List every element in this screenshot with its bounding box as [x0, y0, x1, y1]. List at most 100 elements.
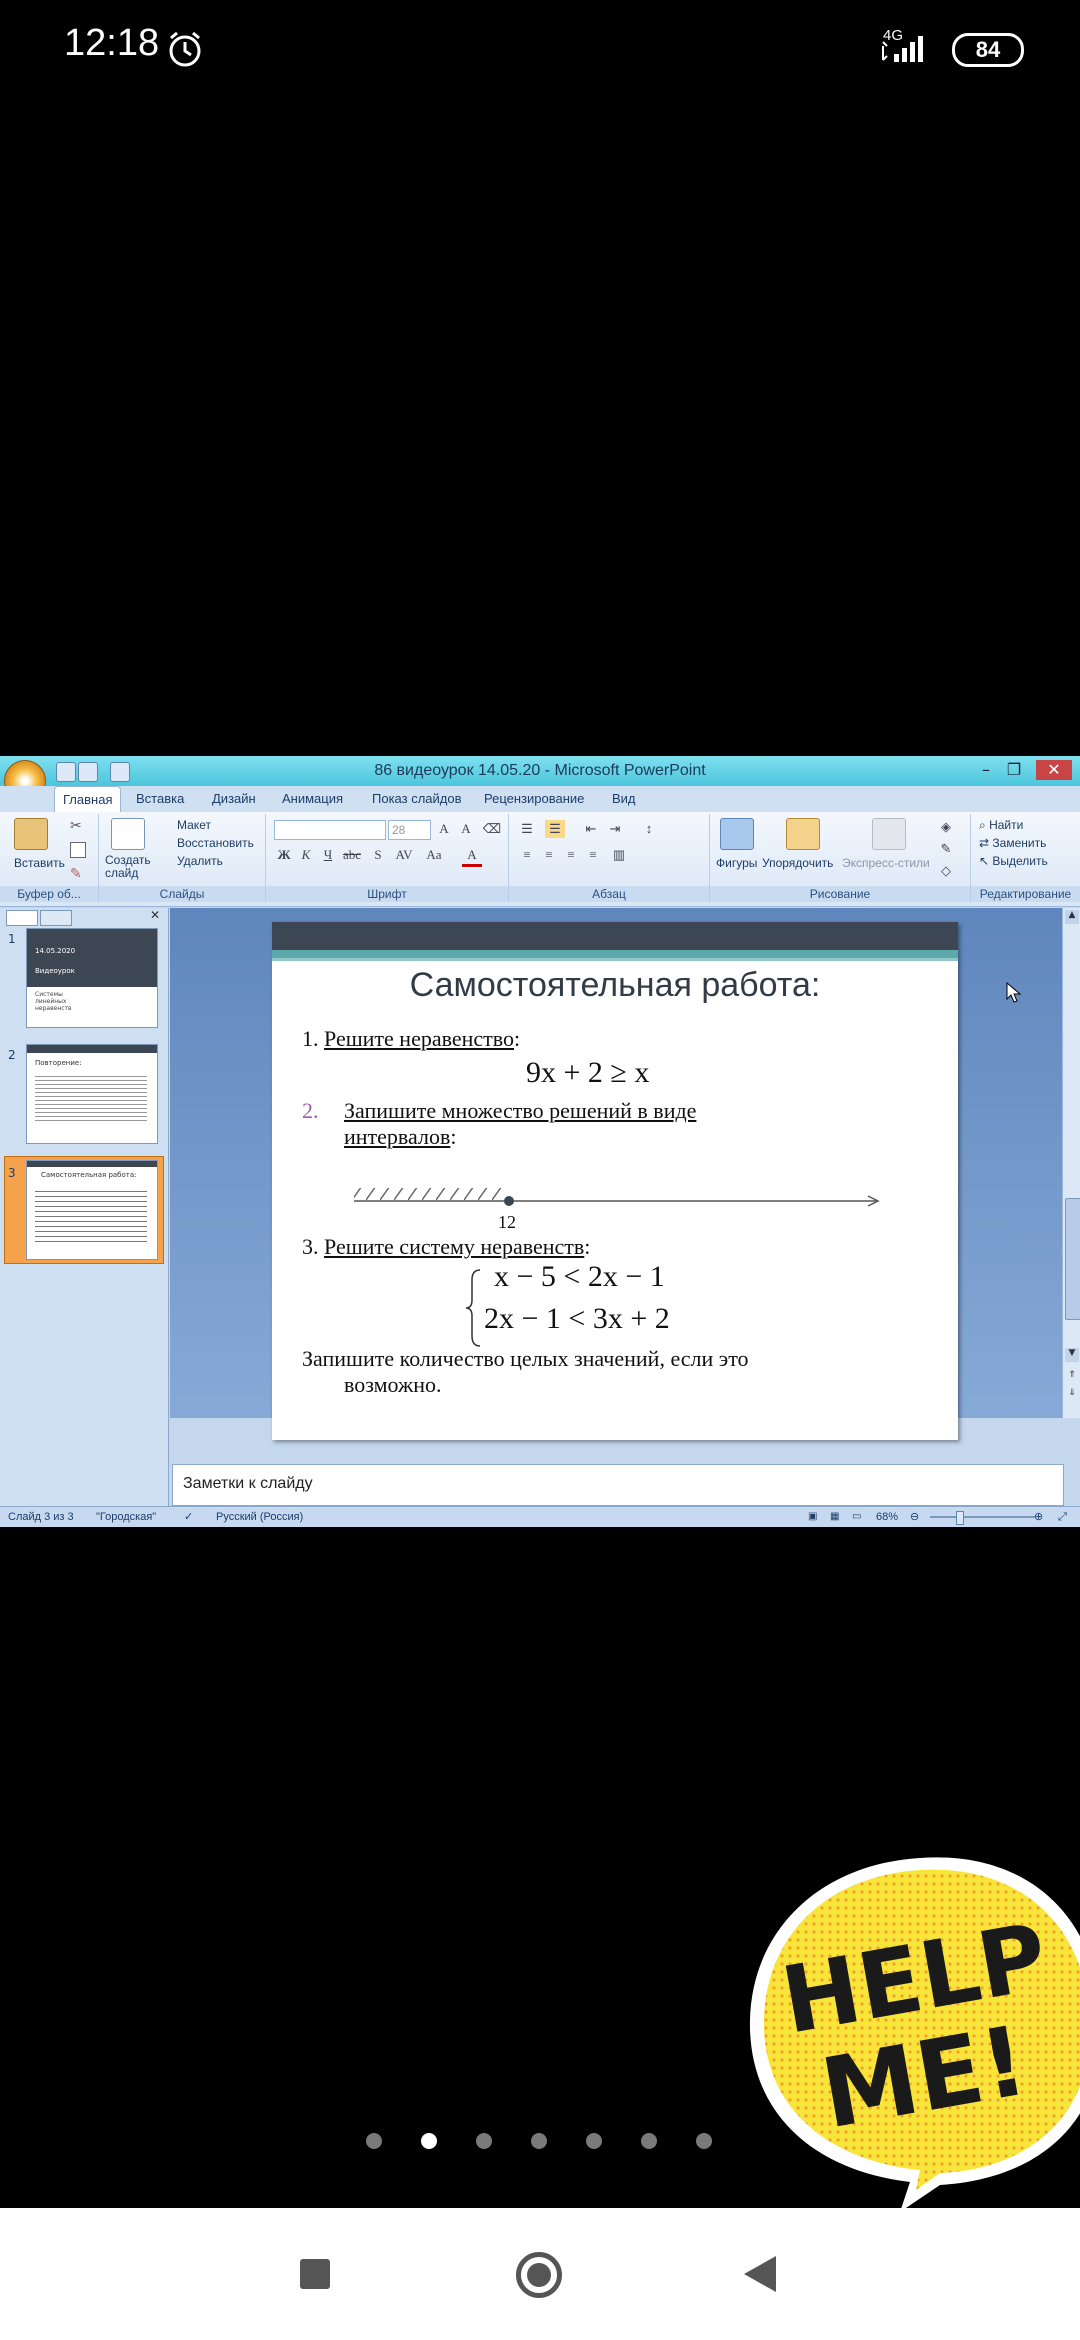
tab-home[interactable]: Главная: [54, 786, 122, 813]
italic-icon[interactable]: К: [296, 846, 316, 864]
case-icon[interactable]: Aa: [424, 846, 444, 864]
outline-icon[interactable]: ✎: [936, 840, 956, 858]
close-button[interactable]: ✕: [1036, 760, 1072, 780]
format-painter-icon[interactable]: ✎: [70, 866, 82, 882]
task2-colon: :: [450, 1124, 457, 1149]
zoom-in-icon[interactable]: ⊕: [1034, 1507, 1043, 1527]
arrange-button[interactable]: Упорядочить: [762, 856, 833, 870]
save-icon[interactable]: [56, 762, 76, 782]
pagination-dot[interactable]: [531, 2133, 547, 2149]
vertical-scrollbar[interactable]: ▲ ▼ ⇑ ⇓: [1062, 908, 1080, 1418]
font-size-input[interactable]: 28: [388, 820, 431, 840]
back-button[interactable]: [742, 2254, 778, 2294]
task1-colon: :: [514, 1026, 521, 1051]
fill-icon[interactable]: ◈: [936, 818, 956, 836]
strikethrough-icon[interactable]: аbc: [342, 846, 362, 864]
spacing-icon[interactable]: AV: [394, 846, 414, 864]
slideshow-view-icon[interactable]: ▭: [852, 1507, 861, 1527]
group-slides: Создать слайд Макет Восстановить Удалить…: [99, 814, 266, 902]
minimize-button[interactable]: –: [972, 760, 1000, 780]
spellcheck-icon[interactable]: ✓: [184, 1507, 193, 1527]
shapes-button[interactable]: Фигуры: [716, 856, 757, 870]
font-name-input[interactable]: [274, 820, 386, 840]
align-center-icon[interactable]: ≡: [539, 846, 559, 864]
cut-icon[interactable]: ✂: [70, 818, 82, 834]
pagination-dot[interactable]: [476, 2133, 492, 2149]
zoom-out-icon[interactable]: ⊖: [910, 1507, 919, 1527]
increase-indent-icon[interactable]: ⇥: [605, 820, 625, 838]
delete-button[interactable]: Удалить: [177, 854, 223, 868]
underline-icon[interactable]: Ч: [318, 846, 338, 864]
justify-icon[interactable]: ≡: [583, 846, 603, 864]
align-left-icon[interactable]: ≡: [517, 846, 537, 864]
tab-insert[interactable]: Вставка: [128, 786, 192, 812]
grow-font-icon[interactable]: A: [434, 820, 454, 838]
columns-icon[interactable]: ▥: [609, 846, 629, 864]
thumb-text: 14.05.2020: [35, 947, 76, 955]
find-button[interactable]: ⌕ Найти: [979, 818, 1023, 833]
shadow-icon[interactable]: S: [368, 846, 388, 864]
tab-design[interactable]: Дизайн: [204, 786, 264, 812]
tab-review[interactable]: Рецензирование: [476, 786, 592, 812]
slide-thumb-3[interactable]: Самостоятельная работа:: [26, 1160, 158, 1260]
undo-icon[interactable]: [78, 762, 98, 782]
tab-slides[interactable]: [6, 910, 38, 926]
copy-icon[interactable]: [70, 842, 86, 858]
zoom-slider-thumb[interactable]: [956, 1511, 964, 1525]
create-slide-button[interactable]: Создать слайд: [105, 854, 151, 880]
thumb-header: [27, 1045, 157, 1053]
select-button[interactable]: ↖ Выделить: [979, 854, 1048, 868]
font-color-icon[interactable]: A: [462, 846, 482, 867]
scroll-up-icon[interactable]: ▲: [1065, 910, 1079, 924]
slides-pane: ✕ 1 14.05.2020 Видеоурок Системы линейны…: [0, 908, 169, 1506]
slide-thumb-1[interactable]: 14.05.2020 Видеоурок Системы линейных не…: [26, 928, 158, 1028]
tab-slideshow[interactable]: Показ слайдов: [364, 786, 470, 812]
pagination-dot[interactable]: [641, 2133, 657, 2149]
quick-styles-button[interactable]: Экспресс-стили: [842, 856, 930, 870]
fit-window-icon[interactable]: ⤢: [1058, 1507, 1067, 1527]
tab-animation[interactable]: Анимация: [274, 786, 351, 812]
scroll-down-icon[interactable]: ▼: [1065, 1348, 1079, 1362]
bullets-icon[interactable]: ☰: [517, 820, 537, 838]
pagination-dot[interactable]: [421, 2133, 437, 2149]
align-right-icon[interactable]: ≡: [561, 846, 581, 864]
shrink-font-icon[interactable]: A: [456, 820, 476, 838]
home-button[interactable]: [516, 2252, 562, 2298]
restore-button[interactable]: ❐: [1000, 760, 1028, 780]
zoom-slider[interactable]: [930, 1516, 1036, 1518]
sorter-view-icon[interactable]: ▦: [830, 1507, 839, 1527]
reset-button[interactable]: Восстановить: [177, 836, 254, 850]
close-pane-icon[interactable]: ✕: [150, 908, 160, 922]
scroll-thumb[interactable]: [1065, 1198, 1080, 1320]
normal-view-icon[interactable]: ▣: [808, 1507, 817, 1527]
line-spacing-icon[interactable]: ↕: [639, 820, 659, 838]
clear-format-icon[interactable]: ⌫: [482, 820, 502, 838]
layout-button[interactable]: Макет: [177, 818, 211, 832]
bold-icon[interactable]: Ж: [274, 846, 294, 864]
tab-view[interactable]: Вид: [604, 786, 644, 812]
thumb-header: [27, 1161, 157, 1167]
group-label-paragraph: Абзац: [509, 886, 709, 902]
next-slide-icon[interactable]: ⇓: [1065, 1388, 1079, 1402]
redo-icon[interactable]: [110, 762, 130, 782]
notes-pane[interactable]: Заметки к слайду: [172, 1464, 1064, 1506]
pagination-dot[interactable]: [696, 2133, 712, 2149]
task1-number: 1.: [302, 1026, 319, 1051]
pagination-dot[interactable]: [366, 2133, 382, 2149]
group-clipboard: Вставить ✂ ✎ Буфер об...: [0, 814, 99, 902]
effects-icon[interactable]: ◇: [936, 862, 956, 880]
decrease-indent-icon[interactable]: ⇤: [581, 820, 601, 838]
slide-thumb-2[interactable]: Повторение:: [26, 1044, 158, 1144]
thumb-body: [35, 1187, 147, 1243]
paste-button[interactable]: Вставить: [14, 856, 65, 870]
recents-button[interactable]: [300, 2259, 330, 2289]
home-icon: [527, 2263, 551, 2287]
numbering-icon[interactable]: ☰: [545, 820, 565, 838]
window-title: 86 видеоурок 14.05.20 - Microsoft PowerP…: [374, 762, 706, 779]
group-label-clipboard: Буфер об...: [0, 886, 98, 902]
task2-underlined: интервалов: [344, 1124, 451, 1149]
prev-slide-icon[interactable]: ⇑: [1065, 1370, 1079, 1384]
tab-outline[interactable]: [40, 910, 72, 926]
pagination-dot[interactable]: [586, 2133, 602, 2149]
replace-button[interactable]: ⇄ Заменить: [979, 836, 1046, 850]
